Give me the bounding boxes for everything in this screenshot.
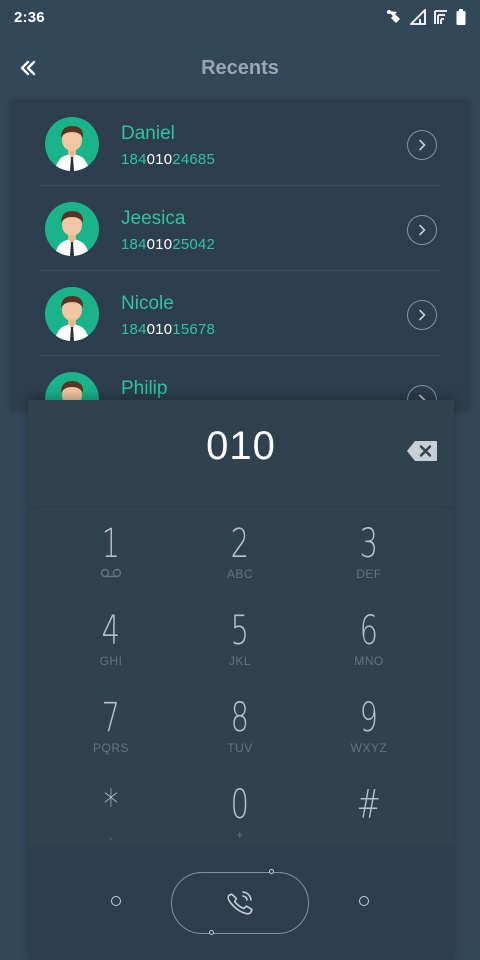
page-title: Recents: [201, 56, 279, 79]
number-match: 010: [146, 236, 173, 253]
right-action-button[interactable]: [359, 896, 369, 906]
orbit-dot: [209, 930, 214, 935]
key-letters: +: [236, 828, 244, 842]
key-7[interactable]: 7 PQRS: [51, 688, 171, 768]
contact-detail-button[interactable]: [407, 215, 437, 245]
left-action-button[interactable]: [111, 896, 121, 906]
dialer-screen: 2:36 Recents Daniel 18401024685 Jeesica …: [0, 0, 480, 960]
contact-name: Philip: [121, 378, 168, 399]
key-digit: 1: [101, 521, 121, 567]
contact-number: 18401025042: [121, 236, 215, 253]
number-prefix: 184: [121, 321, 147, 338]
call-button[interactable]: [171, 872, 309, 934]
person-avatar-icon: [55, 296, 89, 341]
person-avatar-icon: [55, 126, 89, 171]
key-digit: 5: [230, 608, 250, 654]
backspace-button[interactable]: [406, 440, 438, 462]
key-digit: 6: [359, 608, 379, 654]
contact-name: Daniel: [121, 123, 175, 144]
key-star[interactable]: * ,: [51, 775, 171, 855]
key-letters: JKL: [228, 654, 252, 668]
number-suffix: 25042: [172, 236, 215, 253]
call-bar: [28, 846, 454, 960]
key-letters: PQRS: [92, 741, 129, 755]
number-suffix: 15678: [172, 321, 215, 338]
key-1[interactable]: 1: [51, 514, 171, 594]
key-8[interactable]: 8 TUV: [180, 688, 300, 768]
key-digit: 4: [101, 608, 121, 654]
recent-contact-row[interactable]: Daniel 18401024685: [40, 102, 440, 186]
notification-icon: [387, 10, 400, 23]
person-avatar-icon: [55, 211, 89, 256]
key-letters: MNO: [354, 654, 384, 668]
number-match: 010: [146, 321, 173, 338]
recents-list: Daniel 18401024685 Jeesica 18401025042 N…: [10, 102, 470, 412]
wifi-calling-icon: [434, 10, 447, 24]
key-digit: 2: [230, 521, 250, 567]
recent-contact-row[interactable]: Jeesica 18401025042: [40, 187, 440, 271]
key-letters: ,: [109, 828, 113, 842]
key-letters: WXYZ: [350, 741, 388, 755]
avatar: [45, 202, 99, 256]
number-prefix: 184: [121, 151, 147, 168]
contact-number: 18401024685: [121, 151, 215, 168]
chevron-right-icon: [419, 224, 426, 236]
chevron-right-icon: [419, 309, 426, 321]
key-letters: GHI: [99, 654, 123, 668]
recent-contact-row[interactable]: Nicole 18401015678: [40, 272, 440, 356]
voicemail-icon: [100, 568, 122, 578]
dialed-number: 010: [206, 424, 276, 468]
signal-icon: [410, 9, 426, 25]
backspace-icon: [407, 441, 437, 461]
double-chevron-left-icon: [20, 60, 36, 76]
keypad: 1 2 ABC 3 DEF 4 GHI 5 JKL 6 MNO 7 PQRS 8…: [28, 508, 454, 846]
key-hash[interactable]: #: [309, 775, 429, 855]
key-letters: DEF: [356, 567, 382, 581]
status-icons: [385, 9, 466, 25]
contact-name: Jeesica: [121, 208, 186, 229]
contact-name: Nicole: [121, 293, 174, 314]
dial-display: 010: [28, 400, 454, 506]
key-digit: 9: [359, 695, 379, 741]
key-2[interactable]: 2 ABC: [180, 514, 300, 594]
key-9[interactable]: 9 WXYZ: [309, 688, 429, 768]
avatar: [45, 117, 99, 171]
key-letters: TUV: [227, 741, 253, 755]
phone-icon: [227, 891, 253, 915]
status-bar: 2:36: [0, 0, 480, 34]
key-0[interactable]: 0 +: [180, 775, 300, 855]
number-prefix: 184: [121, 236, 147, 253]
dialpad-sheet: 010 1 2 ABC 3 DEF 4 GHI 5 JKL 6 MNO 7 PQ…: [28, 400, 454, 960]
key-6[interactable]: 6 MNO: [309, 601, 429, 681]
orbit-dot: [269, 869, 274, 874]
key-5[interactable]: 5 JKL: [180, 601, 300, 681]
contact-number: 18401015678: [121, 321, 215, 338]
back-button[interactable]: [14, 54, 42, 82]
key-digit: *: [103, 782, 119, 828]
key-digit: 0: [230, 782, 250, 828]
key-digit: 8: [230, 695, 250, 741]
key-digit: 7: [101, 695, 121, 741]
status-time: 2:36: [14, 8, 45, 26]
key-3[interactable]: 3 DEF: [309, 514, 429, 594]
key-4[interactable]: 4 GHI: [51, 601, 171, 681]
chevron-right-icon: [419, 139, 426, 151]
key-letters: ABC: [226, 567, 254, 581]
battery-icon: [456, 9, 466, 25]
key-digit: 3: [359, 521, 379, 567]
number-suffix: 24685: [172, 151, 215, 168]
number-match: 010: [146, 151, 173, 168]
contact-detail-button[interactable]: [407, 130, 437, 160]
app-bar: Recents: [0, 34, 480, 102]
contact-detail-button[interactable]: [407, 300, 437, 330]
key-digit: #: [356, 782, 382, 828]
avatar: [45, 287, 99, 341]
